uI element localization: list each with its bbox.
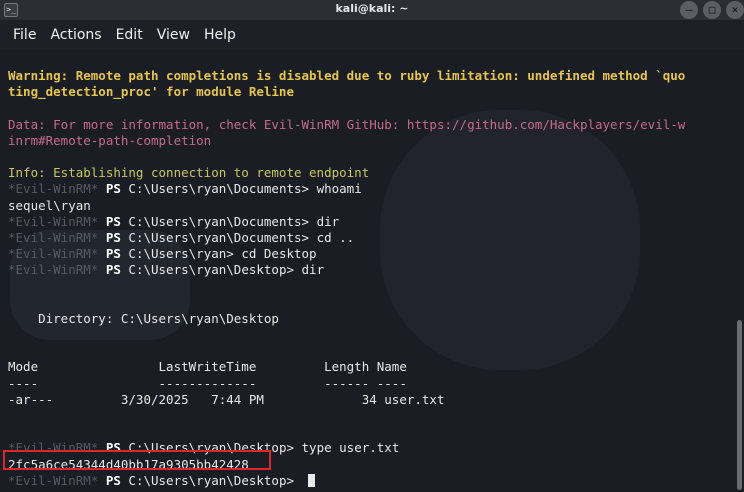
menu-view[interactable]: View xyxy=(149,27,196,43)
prompt-ps: PS xyxy=(105,472,121,488)
data-line: Data: For more information, check Evil-W… xyxy=(8,116,686,132)
output-line: sequel\ryan xyxy=(8,197,91,213)
prompt-name: *Evil-WinRM* xyxy=(8,213,99,229)
prompt-name: *Evil-WinRM* xyxy=(8,262,99,278)
text-cursor xyxy=(307,473,315,487)
command-text: C:\Users\ryan> cd Desktop xyxy=(120,246,317,262)
menu-edit[interactable]: Edit xyxy=(108,27,149,43)
prompt-ps: PS xyxy=(105,262,121,278)
data-line: inrm#Remote-path-completion xyxy=(8,132,212,148)
prompt-ps: PS xyxy=(105,246,121,262)
terminal-output: Warning: Remote path completions is disa… xyxy=(8,68,685,489)
command-line: *Evil-WinRM* PS C:\Users\ryan\Documents>… xyxy=(8,181,685,197)
command-line: *Evil-WinRM* PS C:\Users\ryan\Documents>… xyxy=(8,230,685,246)
prompt-ps: PS xyxy=(105,229,121,245)
terminal-pane[interactable]: Warning: Remote path completions is disa… xyxy=(0,50,744,492)
title-bar: >_ kali@kali: ~ — □ ✕ xyxy=(0,0,744,20)
table-row: -ar--- 3/30/2025 7:44 PM 34 user.txt xyxy=(8,391,445,407)
warning-line: ting_detection_proc' for module Reline xyxy=(8,84,294,100)
table-header: Mode LastWriteTime Length Name xyxy=(8,359,407,375)
command-text: C:\Users\ryan\Documents> cd .. xyxy=(120,229,355,245)
window-title: kali@kali: ~ xyxy=(335,2,409,15)
menu-help[interactable]: Help xyxy=(196,27,242,43)
command-text: C:\Users\ryan\Documents> dir xyxy=(120,213,340,229)
command-text: C:\Users\ryan\Documents> whoami xyxy=(120,181,362,197)
prompt-ps: PS xyxy=(105,181,121,197)
menu-bar: File Actions Edit View Help xyxy=(0,20,744,50)
prompt-ps: PS xyxy=(105,213,121,229)
command-line: *Evil-WinRM* PS C:\Users\ryan> cd Deskto… xyxy=(8,246,685,262)
command-line: *Evil-WinRM* PS C:\Users\ryan\Desktop> xyxy=(8,473,685,489)
command-line: *Evil-WinRM* PS C:\Users\ryan\Documents>… xyxy=(8,214,685,230)
command-text: C:\Users\ryan\Desktop> dir xyxy=(120,262,325,278)
prompt-name: *Evil-WinRM* xyxy=(8,229,99,245)
command-text: C:\Users\ryan\Desktop> xyxy=(120,472,302,488)
prompt-name: *Evil-WinRM* xyxy=(8,246,99,262)
directory-line: Directory: C:\Users\ryan\Desktop xyxy=(8,310,279,326)
maximize-icon[interactable]: □ xyxy=(703,1,721,19)
close-icon[interactable]: ✕ xyxy=(726,1,744,19)
scrollbar[interactable] xyxy=(737,320,742,490)
prompt-name: *Evil-WinRM* xyxy=(8,181,99,197)
info-line: Info: Establishing connection to remote … xyxy=(8,165,370,181)
table-divider: ---- ------------- ------ ---- xyxy=(8,375,407,391)
minimize-icon[interactable]: — xyxy=(680,1,698,19)
warning-line: Warning: Remote path completions is disa… xyxy=(8,68,686,83)
prompt-name: *Evil-WinRM* xyxy=(8,472,99,488)
command-line: *Evil-WinRM* PS C:\Users\ryan\Desktop> d… xyxy=(8,262,685,278)
menu-actions[interactable]: Actions xyxy=(42,27,107,43)
hash-highlight-box xyxy=(3,450,271,470)
menu-file[interactable]: File xyxy=(0,27,42,43)
